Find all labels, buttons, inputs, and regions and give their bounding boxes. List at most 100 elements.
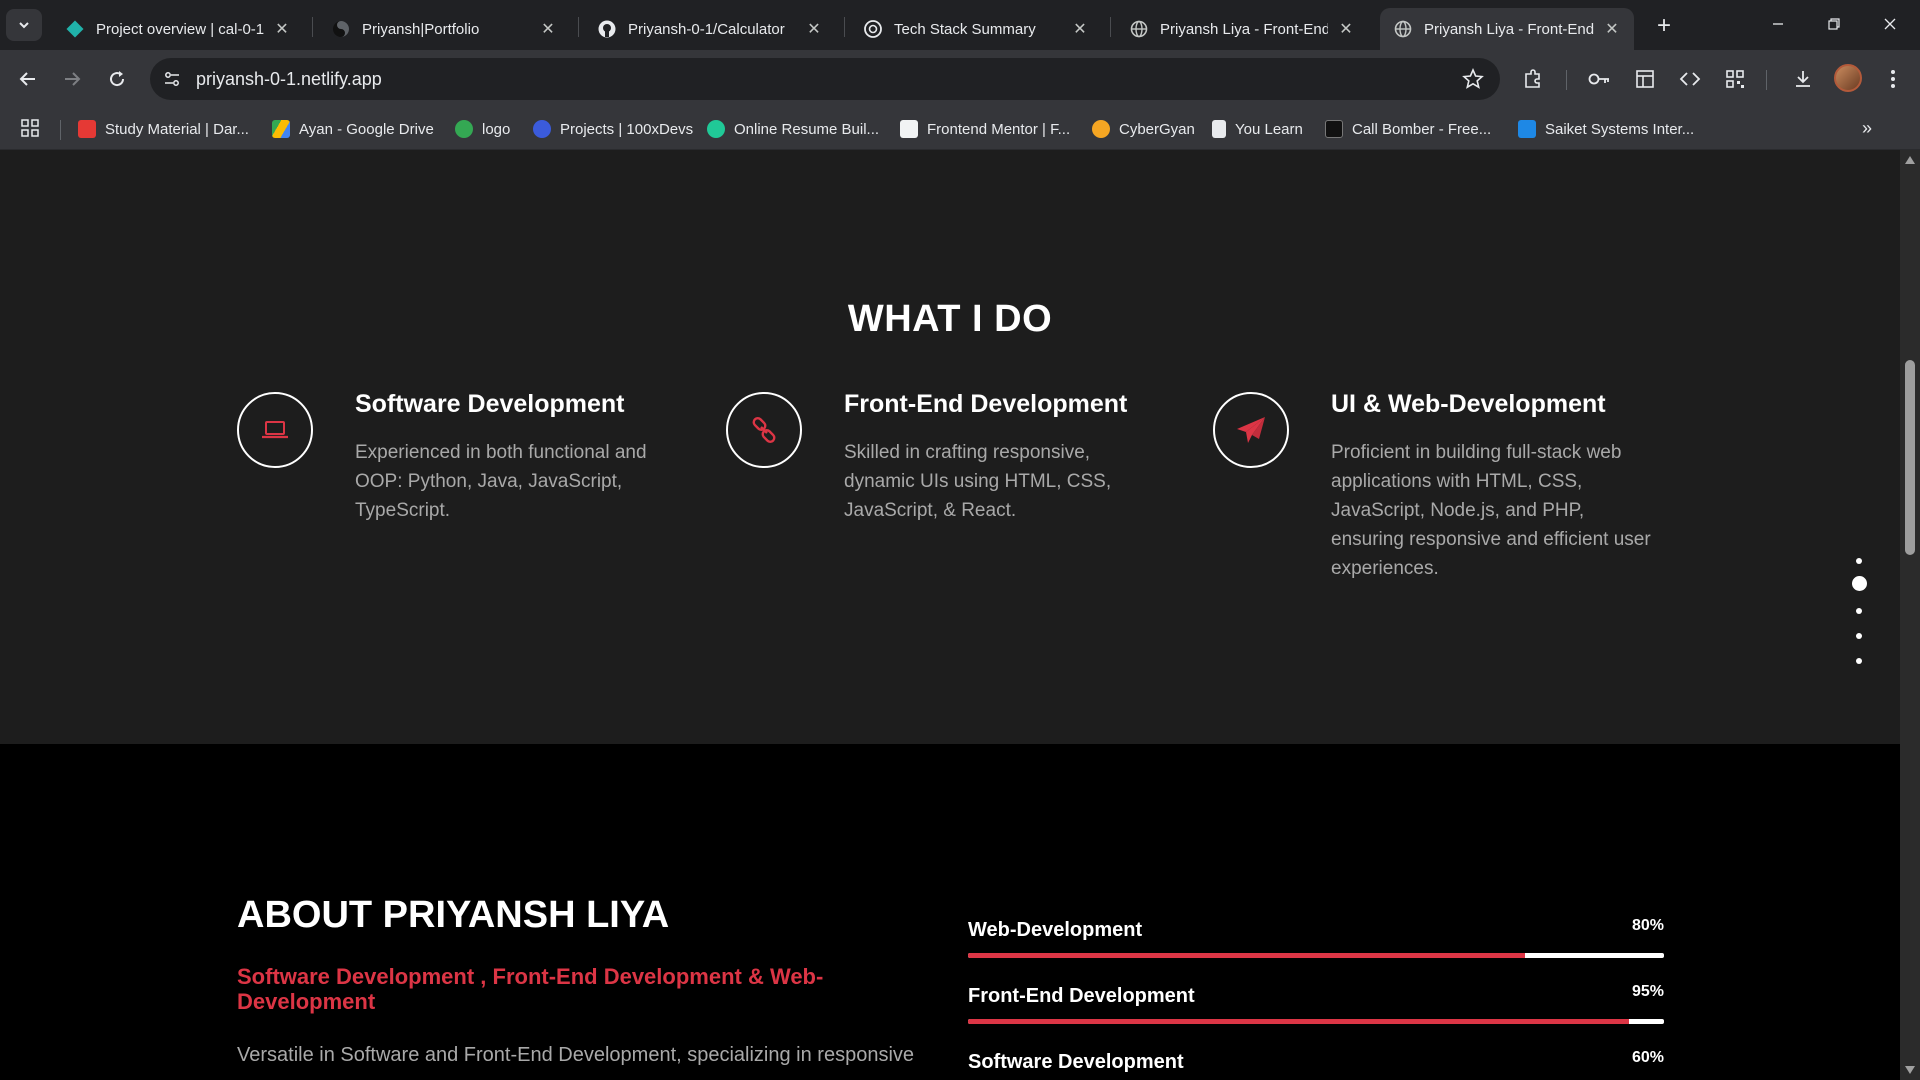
bookmark-label: Call Bomber - Free...	[1352, 120, 1492, 138]
globe-icon	[1130, 20, 1148, 38]
forward-button[interactable]	[56, 63, 88, 95]
bookmarks-bar: Study Material | Dar... Ayan - Google Dr…	[0, 108, 1920, 150]
bookmark-label: Study Material | Dar...	[105, 120, 249, 138]
code-brackets-icon[interactable]	[1675, 64, 1705, 94]
bookmark-label: Projects | 100xDevs	[560, 120, 694, 138]
bookmark-label: logo	[482, 120, 511, 138]
double-chevron-right-icon[interactable]: »	[1862, 118, 1872, 139]
tab-0[interactable]: Project overview | cal-0-1 | ✕	[52, 8, 304, 50]
service-card-software: Software Development Experienced in both…	[237, 390, 707, 610]
bookmark-favicon	[707, 120, 725, 138]
section-nav-dot[interactable]	[1856, 658, 1862, 664]
tab-title: Priyansh Liya - Front-End &	[1424, 20, 1594, 38]
close-window-button[interactable]	[1862, 0, 1918, 48]
google-drive-icon	[272, 120, 290, 138]
bookmark-star-icon[interactable]	[1462, 67, 1484, 90]
bookmark-item[interactable]: Saiket Systems Inter...	[1518, 116, 1694, 142]
bookmark-label: Online Resume Buil...	[734, 120, 880, 138]
page-scrollbar[interactable]	[1900, 150, 1920, 1080]
restore-icon	[1828, 18, 1840, 30]
about-subtitle: Software Development , Front-End Develop…	[237, 964, 824, 1014]
skill-percent: 60%	[1631, 1049, 1664, 1066]
section-nav-dot[interactable]	[1856, 608, 1862, 614]
tab-separator	[312, 17, 313, 37]
chatgpt-icon	[864, 20, 882, 38]
close-icon[interactable]: ✕	[1070, 19, 1090, 39]
service-description: Skilled in crafting responsive, dynamic …	[844, 442, 1112, 521]
tab-4[interactable]: Priyansh Liya - Front-End & ✕	[1116, 8, 1368, 50]
close-icon[interactable]: ✕	[1336, 19, 1356, 39]
tab-title: Priyansh Liya - Front-End &	[1160, 20, 1328, 38]
tab-title: Project overview | cal-0-1 |	[96, 20, 264, 38]
profile-avatar[interactable]	[1834, 64, 1862, 92]
service-title: Software Development	[355, 390, 625, 418]
tab-title: Priyansh|Portfolio	[362, 20, 480, 38]
tab-3[interactable]: Tech Stack Summary ✕	[850, 8, 1102, 50]
close-icon[interactable]: ✕	[1602, 19, 1622, 39]
section-nav-dot[interactable]	[1856, 558, 1862, 564]
skill-bar: Web-Development 80%	[968, 917, 1664, 969]
tab-1[interactable]: Priyansh|Portfolio ✕	[318, 8, 570, 50]
close-icon[interactable]: ✕	[804, 19, 824, 39]
service-icon-circle	[726, 392, 802, 468]
bookmark-favicon	[1092, 120, 1110, 138]
plus-icon: +	[1656, 12, 1671, 39]
bookmark-item[interactable]: You Learn	[1212, 116, 1303, 142]
apps-grid-icon[interactable]	[20, 118, 42, 140]
password-key-icon[interactable]	[1584, 64, 1614, 94]
reload-button[interactable]	[101, 63, 133, 95]
bookmark-item[interactable]: Online Resume Buil...	[707, 116, 879, 142]
arrow-left-icon	[19, 72, 35, 86]
tab-5-active[interactable]: Priyansh Liya - Front-End & ✕	[1380, 8, 1634, 50]
tab-search-button[interactable]	[6, 9, 42, 41]
site-settings-icon[interactable]	[160, 67, 184, 91]
kebab-menu-icon[interactable]	[1878, 64, 1908, 94]
minimize-button[interactable]	[1750, 0, 1806, 48]
bookmark-item[interactable]: CyberGyan	[1092, 116, 1195, 142]
bookmark-label: CyberGyan	[1119, 120, 1195, 138]
tab-2[interactable]: Priyansh-0-1/Calculator ✕	[584, 8, 836, 50]
bookmark-item[interactable]: Frontend Mentor | F...	[900, 116, 1070, 142]
portfolio-icon	[332, 20, 350, 38]
section-nav-dot-active[interactable]	[1852, 576, 1867, 591]
new-tab-button[interactable]: +	[1650, 12, 1678, 40]
qr-code-icon[interactable]	[1720, 64, 1750, 94]
bookmark-item[interactable]: Study Material | Dar...	[78, 116, 249, 142]
tab-title: Priyansh-0-1/Calculator	[628, 20, 785, 38]
bookmark-divider	[60, 120, 61, 140]
close-icon[interactable]: ✕	[538, 19, 558, 39]
browser-toolbar: priyansh-0-1.netlify.app	[0, 50, 1920, 108]
address-bar[interactable]: priyansh-0-1.netlify.app	[150, 58, 1500, 100]
about-section: ABOUT PRIYANSH LIYA Software Development…	[0, 744, 1900, 1080]
paper-plane-icon	[1237, 417, 1265, 443]
page-viewport: WHAT I DO Software Development Experienc…	[0, 150, 1900, 1080]
scroll-up-arrow-icon[interactable]	[1905, 156, 1915, 164]
service-card-ui-web: UI & Web-Development Proficient in build…	[1213, 390, 1683, 610]
reload-icon	[110, 71, 125, 87]
extensions-icon[interactable]	[1518, 64, 1548, 94]
bookmark-item[interactable]: Ayan - Google Drive	[272, 116, 434, 142]
arrow-right-icon	[65, 72, 81, 86]
section-nav-dot[interactable]	[1856, 633, 1862, 639]
bookmark-item[interactable]: Call Bomber - Free...	[1325, 116, 1491, 142]
back-button[interactable]	[12, 63, 44, 95]
bookmark-label: You Learn	[1235, 120, 1303, 138]
bookmark-label: Saiket Systems Inter...	[1545, 120, 1695, 138]
bookmark-favicon	[1212, 120, 1226, 138]
download-icon[interactable]	[1788, 64, 1818, 94]
close-icon[interactable]: ✕	[272, 19, 292, 39]
link-icon	[752, 417, 776, 443]
restore-button[interactable]	[1806, 0, 1862, 48]
skill-fill	[968, 1019, 1630, 1024]
url-text[interactable]: priyansh-0-1.netlify.app	[196, 69, 382, 90]
bookmark-item[interactable]: logo	[455, 116, 510, 142]
scroll-down-arrow-icon[interactable]	[1905, 1066, 1915, 1074]
scrollbar-thumb[interactable]	[1905, 360, 1915, 555]
skill-bar: Front-End Development 95%	[968, 983, 1664, 1035]
skill-track	[968, 1019, 1664, 1024]
service-title: Front-End Development	[844, 390, 1128, 418]
bookmark-favicon	[78, 120, 96, 138]
bookmark-item[interactable]: Projects | 100xDevs	[533, 116, 693, 142]
reading-list-icon[interactable]	[1630, 64, 1660, 94]
bookmark-favicon	[1518, 120, 1536, 138]
